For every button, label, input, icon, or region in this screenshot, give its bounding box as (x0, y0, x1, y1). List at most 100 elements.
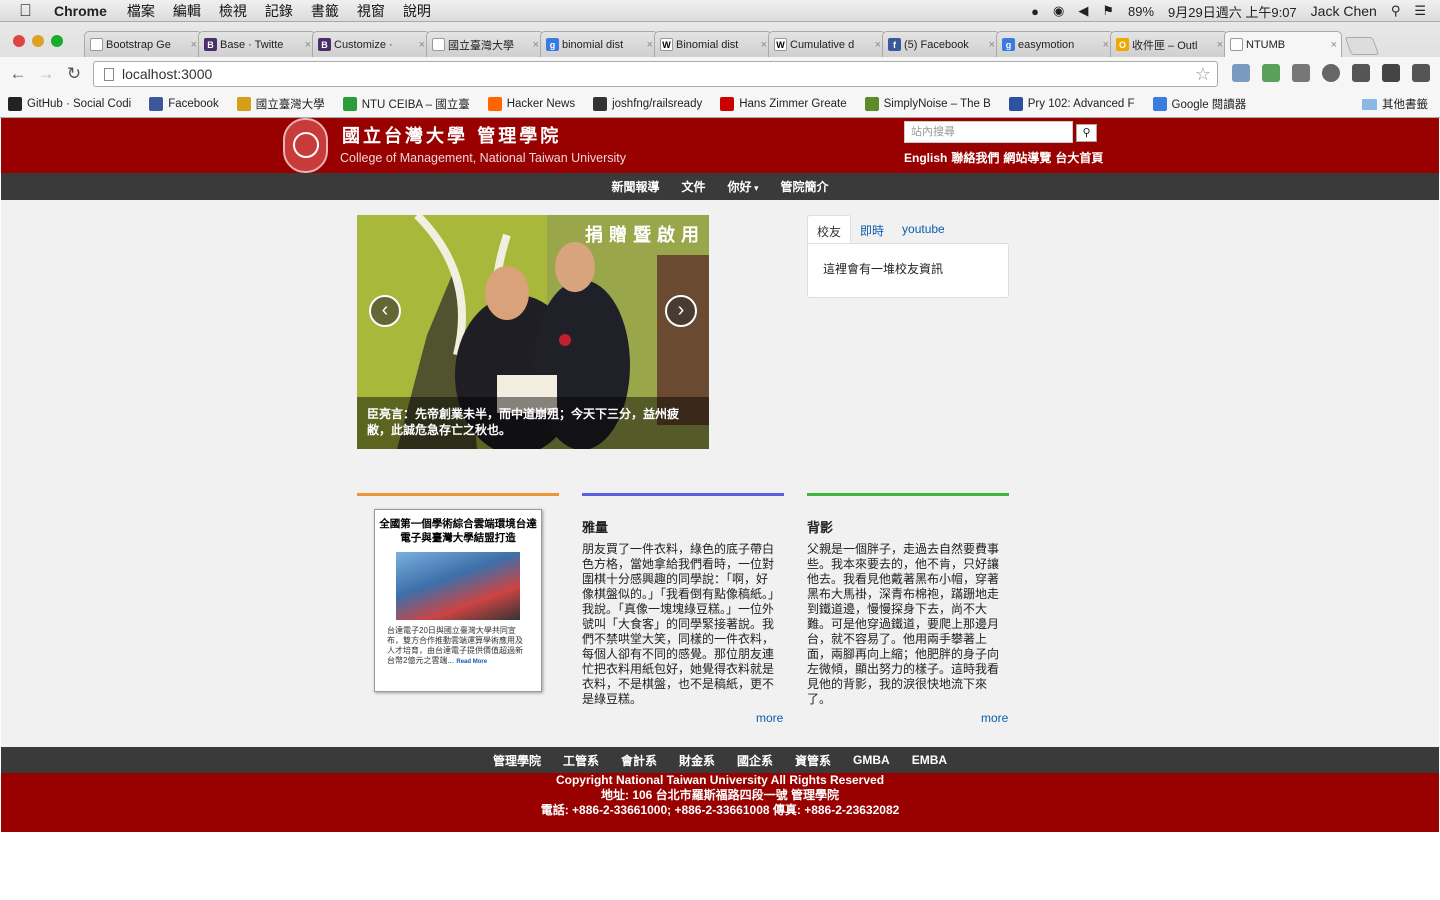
address-bar[interactable]: localhost:3000 ☆ (93, 61, 1218, 87)
browser-tab[interactable]: NTUMB × (1224, 31, 1342, 57)
tab-close-icon[interactable]: × (419, 39, 425, 51)
reload-icon[interactable]: ↻ (60, 64, 88, 84)
new-tab-button[interactable] (1344, 37, 1380, 55)
browser-tab[interactable]: B Base · Twitte × (198, 31, 316, 57)
browser-tab[interactable]: g easymotion × (996, 31, 1114, 57)
ntu-seal-logo[interactable] (283, 118, 328, 173)
tab-close-icon[interactable]: × (761, 39, 767, 51)
calendar-icon[interactable] (1262, 64, 1280, 82)
battery-status[interactable]: 89% (1128, 4, 1154, 19)
more-link[interactable]: more (756, 711, 783, 725)
news-card[interactable]: 全國第一個學術綜合雲端環境台達電子與臺灣大學結盟打造 台達電子20日與國立臺灣大… (374, 509, 542, 692)
nav-news[interactable]: 新聞報導 (611, 178, 659, 195)
browser-tab[interactable]: O 收件匣 – Outl × (1110, 31, 1228, 57)
ruler-icon[interactable] (1292, 64, 1310, 82)
bookmark-item[interactable]: NTU CEIBA – 國立臺 (342, 96, 470, 112)
site-search-input[interactable]: 站內搜尋 (904, 121, 1073, 143)
footer-nav-link[interactable]: 國企系 (737, 752, 773, 769)
bookmark-item[interactable]: GitHub · Social Codi (8, 97, 131, 111)
other-bookmarks[interactable]: 其他書籤 (1362, 96, 1428, 112)
link-ntu-home[interactable]: 台大首頁 (1055, 151, 1103, 165)
browser-tab[interactable]: 國立臺灣大學 × (426, 31, 544, 57)
bookmark-item[interactable]: Google 閱讀器 (1152, 96, 1246, 112)
footer-nav-link[interactable]: 會計系 (621, 752, 657, 769)
browser-tab[interactable]: Bootstrap Ge × (84, 31, 202, 57)
browser-tab[interactable]: B Customize · × (312, 31, 430, 57)
tab-close-icon[interactable]: × (875, 39, 881, 51)
chrome-menu-icon[interactable] (1412, 64, 1430, 82)
site-title[interactable]: 國立台灣大學 管理學院 (342, 122, 561, 148)
tab-close-icon[interactable]: × (305, 39, 311, 51)
notification-icon[interactable]: ☰ (1414, 3, 1426, 19)
tab-close-icon[interactable]: × (1103, 39, 1109, 51)
photo-carousel[interactable]: 捐贈暨啟用 ‹ › 臣亮言：先帝創業未半，而中道崩殂；今天下三分，益州疲敝，此誠… (357, 215, 709, 449)
spotlight-icon[interactable]: ⚲ (1391, 3, 1401, 19)
footer-nav-link[interactable]: 財金系 (679, 752, 715, 769)
evernote-clip-icon[interactable] (1382, 64, 1400, 82)
tab-youtube[interactable]: youtube (893, 215, 954, 243)
wifi-icon[interactable]: ◉ (1053, 3, 1064, 19)
browser-tab[interactable]: W Cumulative d × (768, 31, 886, 57)
tab-realtime[interactable]: 即時 (851, 215, 893, 243)
nav-documents[interactable]: 文件 (681, 178, 705, 195)
link-contact[interactable]: 聯絡我們 (951, 151, 999, 165)
link-sitemap[interactable]: 網站導覽 (1003, 151, 1051, 165)
menu-view[interactable]: 檢視 (219, 1, 247, 21)
footer-nav-link[interactable]: GMBA (853, 753, 890, 767)
tab-close-icon[interactable]: × (647, 39, 653, 51)
menu-history[interactable]: 記錄 (265, 1, 293, 21)
settings-icon[interactable] (1322, 64, 1340, 82)
bookmark-item[interactable]: Facebook (149, 97, 219, 111)
footer-nav-link[interactable]: 管理學院 (493, 752, 541, 769)
wrench-icon[interactable] (1352, 64, 1370, 82)
more-link[interactable]: more (981, 711, 1008, 725)
footer-nav-link[interactable]: 工管系 (563, 752, 599, 769)
carousel-next-icon[interactable]: › (665, 295, 697, 327)
news-card-title[interactable]: 全國第一個學術綜合雲端環境台達電子與臺灣大學結盟打造 (375, 517, 541, 545)
flag-icon[interactable]: ⚑ (1102, 3, 1114, 19)
tab-close-icon[interactable]: × (989, 39, 995, 51)
browser-tab[interactable]: g binomial dist × (540, 31, 658, 57)
tab-close-icon[interactable]: × (191, 39, 197, 51)
evernote-icon[interactable]: ● (1031, 4, 1039, 19)
nav-user-dropdown[interactable]: 你好 (727, 178, 758, 195)
close-window-icon[interactable] (13, 35, 25, 47)
bookmark-item[interactable]: joshfng/railsready (593, 97, 702, 111)
news-card-image[interactable] (396, 552, 520, 620)
menu-help[interactable]: 說明 (403, 1, 431, 21)
browser-tab[interactable]: f (5) Facebook × (882, 31, 1000, 57)
tab-alumni[interactable]: 校友 (807, 215, 852, 243)
search-icon[interactable]: ⚲ (1076, 124, 1097, 142)
carousel-prev-icon[interactable]: ‹ (369, 295, 401, 327)
bookmark-item[interactable]: SimplyNoise – The B (864, 97, 991, 111)
eyedropper-icon[interactable] (1232, 64, 1250, 82)
apple-icon[interactable]:  (19, 1, 37, 20)
tab-close-icon[interactable]: × (1331, 39, 1337, 51)
menu-window[interactable]: 視窗 (357, 1, 385, 21)
app-menu[interactable]: Chrome (54, 3, 107, 19)
bookmark-item[interactable]: 國立臺灣大學 (236, 96, 325, 112)
menu-file[interactable]: 檔案 (127, 1, 155, 21)
bookmark-item[interactable]: Hacker News (487, 97, 575, 111)
clock[interactable]: 9月29日週六 上午9:07 (1168, 2, 1297, 21)
browser-tab[interactable]: W Binomial dist × (654, 31, 772, 57)
bookmark-star-icon[interactable]: ☆ (1195, 64, 1211, 85)
link-english[interactable]: English (904, 151, 947, 165)
back-arrow-icon[interactable]: ← (4, 64, 32, 84)
bookmark-item[interactable]: Hans Zimmer Greate (720, 97, 847, 111)
volume-icon[interactable]: ◀ (1078, 3, 1088, 19)
menu-bookmarks[interactable]: 書籤 (311, 1, 339, 21)
minimize-window-icon[interactable] (32, 35, 44, 47)
tab-close-icon[interactable]: × (1217, 39, 1223, 51)
forward-arrow-icon[interactable]: → (32, 64, 60, 84)
address-text[interactable]: localhost:3000 (122, 66, 212, 82)
tab-close-icon[interactable]: × (533, 39, 539, 51)
footer-nav-link[interactable]: EMBA (912, 753, 947, 767)
bookmark-item[interactable]: Pry 102: Advanced F (1008, 97, 1135, 111)
read-more-link[interactable]: Read More (456, 659, 487, 665)
menu-edit[interactable]: 編輯 (173, 1, 201, 21)
nav-about[interactable]: 管院簡介 (781, 178, 829, 195)
footer-nav-link[interactable]: 資管系 (795, 752, 831, 769)
user-name[interactable]: Jack Chen (1311, 3, 1377, 19)
zoom-window-icon[interactable] (51, 35, 63, 47)
